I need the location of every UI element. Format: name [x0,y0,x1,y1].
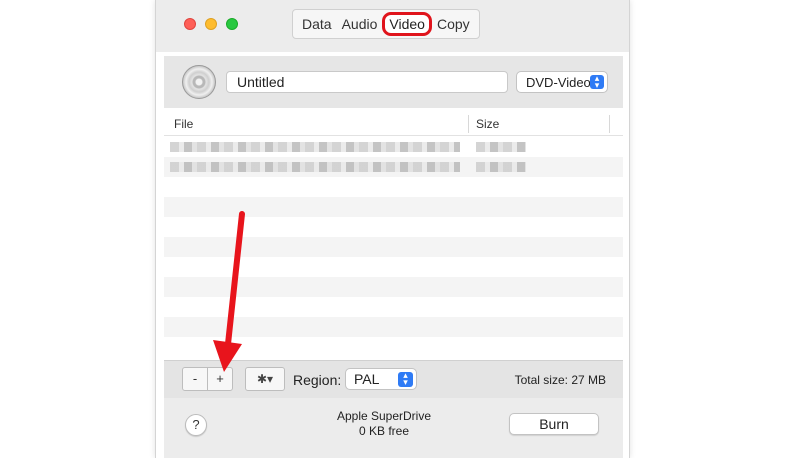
title-bar: Data Audio Video Copy [156,0,629,52]
tab-copy[interactable]: Copy [432,13,475,35]
list-header: File Size [164,112,623,136]
tab-audio[interactable]: Audio [337,13,383,35]
list-toolbar: - + ✱▾ Region: PAL ▴ ▾ Total size: 27 MB [164,360,623,398]
disc-format-select[interactable]: DVD-Video ▴ ▾ [516,71,608,93]
column-header-size[interactable]: Size [476,117,499,131]
list-empty-row [164,197,623,217]
list-item[interactable] [164,137,623,157]
list-empty-row [164,297,623,317]
chevron-updown-icon: ▴ ▾ [590,74,604,90]
drive-info: Apple SuperDrive 0 KB free [314,409,454,439]
disc-header: DVD-Video ▴▾ [164,56,623,108]
list-empty-row [164,277,623,297]
footer: ? Apple SuperDrive 0 KB free Burn [164,398,623,458]
tab-data[interactable]: Data [297,13,337,35]
list-empty-row [164,257,623,277]
blurred-filesize [476,162,526,172]
close-window-button[interactable] [184,18,196,30]
disc-format-value: DVD-Video [526,75,591,90]
total-size: Total size: 27 MB [514,373,606,387]
burn-window: Data Audio Video Copy DVD-Video ▴▾ File … [155,0,630,458]
mode-tabs: Data Audio Video Copy [292,9,480,39]
list-empty-row [164,177,623,197]
minimize-window-button[interactable] [205,18,217,30]
file-list[interactable]: File Size [164,112,623,360]
blurred-filename [170,142,460,152]
blurred-filesize [476,142,526,152]
column-divider[interactable] [468,115,469,133]
gear-menu-button[interactable]: ✱▾ [245,367,285,391]
drive-name: Apple SuperDrive [336,409,432,423]
add-file-button[interactable]: + [207,367,233,391]
column-divider[interactable] [609,115,610,133]
list-empty-row [164,217,623,237]
list-empty-row [164,317,623,337]
disc-icon [182,65,216,99]
region-select[interactable]: PAL ▴ ▾ [345,368,417,390]
list-empty-row [164,237,623,257]
list-item[interactable] [164,157,623,177]
drive-free-space: 0 KB free [358,424,410,438]
chevron-updown-icon: ▴ ▾ [398,371,413,387]
list-empty-row [164,337,623,357]
help-button[interactable]: ? [185,414,207,436]
burn-button[interactable]: Burn [509,413,599,435]
tab-video[interactable]: Video [382,12,432,36]
remove-file-button[interactable]: - [182,367,208,391]
blurred-filename [170,162,460,172]
region-value: PAL [354,371,380,387]
disc-title-input[interactable] [226,71,508,93]
zoom-window-button[interactable] [226,18,238,30]
region-label: Region: [293,372,342,388]
column-header-file[interactable]: File [174,117,193,131]
gear-icon: ✱▾ [256,372,274,386]
